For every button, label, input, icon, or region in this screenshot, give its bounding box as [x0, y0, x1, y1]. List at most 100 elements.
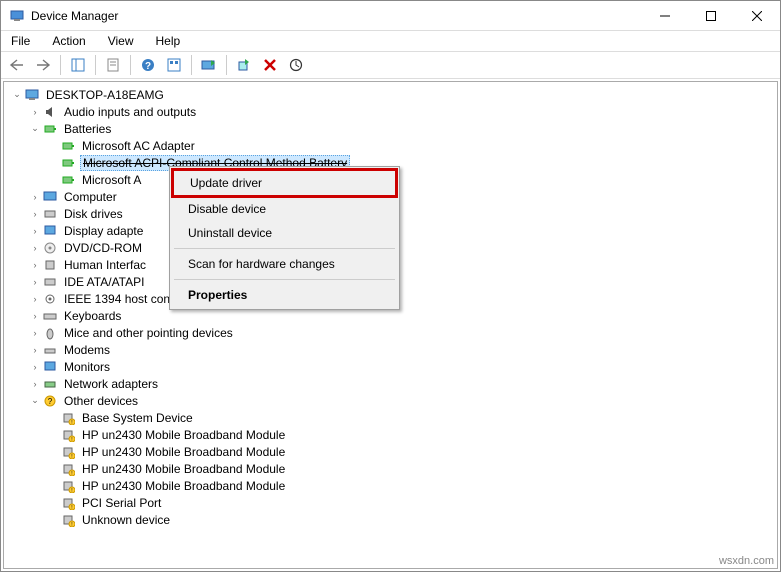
toolbar-separator [226, 55, 227, 75]
expand-icon[interactable]: › [28, 258, 42, 272]
context-properties[interactable]: Properties [172, 283, 397, 307]
battery-icon [60, 138, 76, 154]
tree-node-modems[interactable]: › Modems [4, 341, 777, 358]
tree-leaf-base-system[interactable]: !Base System Device [4, 409, 777, 426]
show-hide-console-button[interactable] [66, 53, 90, 77]
expand-icon[interactable]: › [28, 224, 42, 238]
menu-view[interactable]: View [104, 33, 138, 49]
collapse-icon[interactable]: ⌄ [28, 394, 42, 408]
node-label: Batteries [62, 122, 113, 136]
menu-file[interactable]: File [7, 33, 34, 49]
tree-node-other-devices[interactable]: ⌄? Other devices [4, 392, 777, 409]
node-label: IDE ATA/ATAPI [62, 275, 146, 289]
mouse-icon [42, 325, 58, 341]
context-update-driver[interactable]: Update driver [171, 168, 398, 198]
tree-leaf-hp-module[interactable]: ! HP un2430 Mobile Broadband Module [4, 443, 777, 460]
computer-icon [42, 189, 58, 205]
toolbar-separator [60, 55, 61, 75]
tree-node-network[interactable]: ›Network adapters [4, 375, 777, 392]
help-button[interactable]: ? [136, 53, 160, 77]
collapse-icon[interactable]: ⌄ [28, 122, 42, 136]
toolbar-separator [130, 55, 131, 75]
device-manager-window: Device Manager File Action View Help ? [0, 0, 781, 572]
back-button[interactable] [5, 53, 29, 77]
toolbar-separator [95, 55, 96, 75]
tree-node-batteries[interactable]: ⌄ Batteries [4, 120, 777, 137]
tree-node-mice[interactable]: › Mice and other pointing devices [4, 324, 777, 341]
icon-toolbar-button[interactable] [162, 53, 186, 77]
titlebar: Device Manager [1, 1, 780, 31]
context-uninstall-device[interactable]: Uninstall device [172, 221, 397, 245]
svg-text:!: ! [71, 471, 72, 476]
node-label: Mice and other pointing devices [62, 326, 235, 340]
node-label: HP un2430 Mobile Broadband Module [80, 479, 287, 493]
tree-leaf-hp-module[interactable]: !HP un2430 Mobile Broadband Module [4, 426, 777, 443]
expand-icon[interactable]: › [28, 309, 42, 323]
tree-leaf-hp-module[interactable]: !HP un2430 Mobile Broadband Module [4, 460, 777, 477]
node-label: DVD/CD-ROM [62, 241, 144, 255]
maximize-button[interactable] [688, 1, 734, 31]
forward-button[interactable] [31, 53, 55, 77]
audio-icon [42, 104, 58, 120]
expand-icon[interactable]: › [28, 275, 42, 289]
warning-device-icon: ! [60, 495, 76, 511]
menu-action[interactable]: Action [48, 33, 89, 49]
menubar: File Action View Help [1, 31, 780, 51]
window-title: Device Manager [31, 9, 642, 23]
node-label: Computer [62, 190, 119, 204]
node-label: Monitors [62, 360, 112, 374]
uninstall-device-button[interactable] [258, 53, 282, 77]
node-label: Disk drives [62, 207, 125, 221]
collapse-icon[interactable]: ⌄ [10, 88, 24, 102]
properties-button[interactable] [101, 53, 125, 77]
context-separator [174, 279, 395, 280]
expand-icon[interactable]: › [28, 360, 42, 374]
keyboard-icon [42, 308, 58, 324]
node-label: DESKTOP-A18EAMG [44, 88, 166, 102]
context-scan-hardware[interactable]: Scan for hardware changes [172, 252, 397, 276]
node-label: Other devices [62, 394, 140, 408]
warning-device-icon: ! [60, 512, 76, 528]
tree-leaf-pci-serial[interactable]: !PCI Serial Port [4, 494, 777, 511]
expand-icon[interactable]: › [28, 326, 42, 340]
expand-icon[interactable]: › [28, 292, 42, 306]
scan-hardware-button[interactable] [284, 53, 308, 77]
expand-icon[interactable]: › [28, 241, 42, 255]
app-icon [9, 8, 25, 24]
other-device-icon: ? [42, 393, 58, 409]
expand-icon[interactable]: › [28, 190, 42, 204]
svg-text:!: ! [71, 522, 72, 527]
warning-device-icon: ! [60, 427, 76, 443]
expand-icon[interactable]: › [28, 207, 42, 221]
node-label: Microsoft A [80, 173, 143, 187]
tree-leaf-unknown[interactable]: !Unknown device [4, 511, 777, 528]
expand-icon[interactable]: › [28, 377, 42, 391]
node-label: Audio inputs and outputs [62, 105, 198, 119]
computer-icon [24, 87, 40, 103]
svg-text:!: ! [71, 420, 72, 425]
warning-device-icon: ! [60, 461, 76, 477]
network-icon [42, 376, 58, 392]
toolbar-separator [191, 55, 192, 75]
tree-node-audio[interactable]: › Audio inputs and outputs [4, 103, 777, 120]
toolbar: ? [1, 51, 780, 79]
monitor-icon [42, 359, 58, 375]
tree-leaf-ac-adapter[interactable]: Microsoft AC Adapter [4, 137, 777, 154]
node-label: HP un2430 Mobile Broadband Module [80, 445, 287, 459]
tree-leaf-hp-module[interactable]: !HP un2430 Mobile Broadband Module [4, 477, 777, 494]
menu-help[interactable]: Help [152, 33, 185, 49]
tree-node-monitors[interactable]: › Monitors [4, 358, 777, 375]
svg-text:!: ! [71, 454, 72, 459]
modem-icon [42, 342, 58, 358]
close-button[interactable] [734, 1, 780, 31]
expand-icon[interactable]: › [28, 105, 42, 119]
node-label: Modems [62, 343, 112, 357]
node-label: Human Interfac [62, 258, 148, 272]
update-driver-button[interactable] [197, 53, 221, 77]
enable-device-button[interactable] [232, 53, 256, 77]
tree-root[interactable]: ⌄ DESKTOP-A18EAMG [4, 86, 777, 103]
minimize-button[interactable] [642, 1, 688, 31]
expand-icon[interactable]: › [28, 343, 42, 357]
device-tree-pane[interactable]: ⌄ DESKTOP-A18EAMG › Audio inputs and outp… [3, 81, 778, 569]
context-disable-device[interactable]: Disable device [172, 197, 397, 221]
